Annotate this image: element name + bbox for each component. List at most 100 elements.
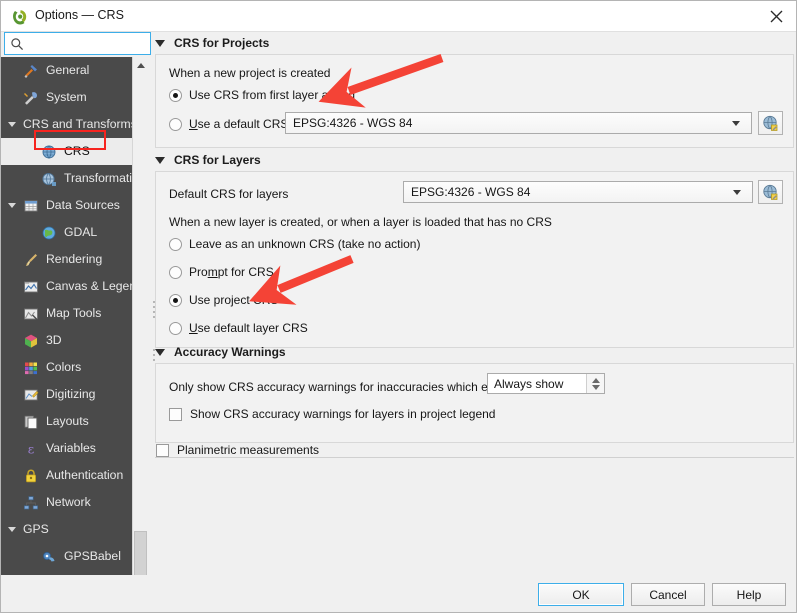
sidebar-item-crs-and-transforms[interactable]: CRS and Transforms xyxy=(1,111,132,138)
expand-triangle-icon[interactable] xyxy=(8,527,16,532)
sidebar-item-label: CRS xyxy=(64,144,90,159)
select-layer-crs-button[interactable] xyxy=(758,180,783,204)
sidebar-item-data-sources[interactable]: Data Sources xyxy=(1,192,132,219)
stepper-up-icon[interactable] xyxy=(591,377,600,383)
chevron-down-icon xyxy=(732,120,740,126)
help-button[interactable]: Help xyxy=(712,583,786,606)
sidebar-item-network[interactable]: Network xyxy=(1,489,132,516)
checkbox-label: Show CRS accuracy warnings for layers in… xyxy=(190,407,496,421)
radio-use-crs-from-first-layer[interactable]: Use CRS from first layer added xyxy=(169,88,355,102)
sidebar-item-label: Canvas & Legend xyxy=(46,279,132,294)
group-title: CRS for Projects xyxy=(174,36,270,50)
sidebar-item-label: Network xyxy=(46,495,91,510)
checkbox-indicator xyxy=(156,443,169,457)
select-project-crs-button[interactable] xyxy=(758,111,783,135)
sidebar-item-map-tools[interactable]: Map Tools xyxy=(1,300,132,327)
radio-use-a-default-crs[interactable]: Use a default CRS xyxy=(169,117,288,131)
paintbrush-icon xyxy=(23,252,39,268)
checkbox-planimetric-measurements[interactable]: Planimetric measurements xyxy=(156,443,319,457)
spinbox-value: Always show xyxy=(494,376,564,391)
network-icon xyxy=(23,495,39,511)
radio-label: Use CRS from first layer added xyxy=(189,88,356,102)
sidebar-item-label: Transformations xyxy=(64,171,132,186)
sidebar-item-transformations[interactable]: Transformations xyxy=(1,165,132,192)
color-palette-icon xyxy=(23,360,39,376)
sidebar-item-layouts[interactable]: Layouts xyxy=(1,408,132,435)
sidebar-item-authentication[interactable]: Authentication xyxy=(1,462,132,489)
radio-prompt-for-crs[interactable]: Prompt for CRS xyxy=(169,265,274,279)
scroll-up-arrow-icon[interactable] xyxy=(133,57,149,73)
search-input[interactable] xyxy=(27,35,151,55)
sidebar-item-digitizing[interactable]: Digitizing xyxy=(1,381,132,408)
accuracy-threshold-label: Only show CRS accuracy warnings for inac… xyxy=(169,380,520,394)
sidebar-scrollbar[interactable] xyxy=(132,57,149,612)
sidebar-item-colors[interactable]: Colors xyxy=(1,354,132,381)
sidebar-item-system[interactable]: System xyxy=(1,84,132,111)
spinbox-steppers[interactable] xyxy=(586,374,604,393)
sidebar-item-label: Layouts xyxy=(46,414,89,429)
sidebar-item-gpsbabel[interactable]: GPSBabel xyxy=(1,543,132,570)
sidebar-item-label: CRS and Transforms xyxy=(23,117,132,132)
system-tools-icon xyxy=(23,90,39,106)
radio-leave-unknown-crs[interactable]: Leave as an unknown CRS (take no action) xyxy=(169,237,420,251)
radio-label: Use project CRS xyxy=(189,293,279,307)
window-title: Options — CRS xyxy=(35,8,124,22)
gpsbabel-icon xyxy=(41,549,57,565)
section-divider xyxy=(155,457,794,458)
layout-page-icon xyxy=(23,414,39,430)
ok-button[interactable]: OK xyxy=(538,583,624,606)
group-title: Accuracy Warnings xyxy=(174,345,286,359)
group-header-crs-for-projects[interactable]: CRS for Projects xyxy=(155,36,269,50)
accuracy-threshold-spinbox[interactable]: Always show xyxy=(487,373,605,394)
globe-blue-icon xyxy=(41,144,57,160)
checkbox-indicator xyxy=(169,407,182,421)
group-header-crs-for-layers[interactable]: CRS for Layers xyxy=(155,153,261,167)
collapse-triangle-icon xyxy=(155,348,165,356)
cube-3d-icon xyxy=(23,333,39,349)
collapse-triangle-icon xyxy=(155,156,165,164)
splitter-handle-upper[interactable] xyxy=(153,301,156,318)
sidebar-item-crs[interactable]: CRS xyxy=(1,138,132,165)
map-tools-icon xyxy=(23,306,39,322)
radio-indicator xyxy=(169,117,182,131)
group-header-accuracy-warnings[interactable]: Accuracy Warnings xyxy=(155,345,286,359)
sidebar-item-gps[interactable]: GPS xyxy=(1,516,132,543)
radio-indicator xyxy=(169,321,182,335)
radio-use-project-crs[interactable]: Use project CRS xyxy=(169,293,278,307)
radio-label: Prompt for CRS xyxy=(189,265,274,279)
sidebar-item-3d[interactable]: 3D xyxy=(1,327,132,354)
options-sidebar[interactable]: General System CRS and Transforms CRS Transf… xyxy=(1,57,132,612)
sidebar-item-variables[interactable]: ε Variables xyxy=(1,435,132,462)
checkbox-show-accuracy-warnings-in-legend[interactable]: Show CRS accuracy warnings for layers in… xyxy=(169,407,495,421)
expand-triangle-icon[interactable] xyxy=(8,203,16,208)
project-default-crs-combo[interactable]: EPSG:4326 - WGS 84 xyxy=(285,112,752,134)
group-title: CRS for Layers xyxy=(174,153,261,167)
padlock-icon xyxy=(23,468,39,484)
sidebar-item-label: GPS xyxy=(23,522,49,537)
search-icon xyxy=(10,37,24,51)
radio-label: Leave as an unknown CRS (take no action) xyxy=(189,237,421,251)
options-dialog: Options — CRS General System CRS and Trans… xyxy=(0,0,797,613)
stepper-down-icon[interactable] xyxy=(591,384,600,390)
expand-triangle-icon[interactable] xyxy=(8,122,16,127)
group-box-accuracy-warnings xyxy=(155,363,794,443)
search-box[interactable] xyxy=(4,32,151,55)
radio-indicator xyxy=(169,237,182,251)
hammer-wrench-icon xyxy=(23,63,39,79)
sidebar-item-label: Map Tools xyxy=(46,306,102,321)
splitter-handle-lower[interactable] xyxy=(153,349,156,361)
sidebar-item-label: Rendering xyxy=(46,252,103,267)
sidebar-item-rendering[interactable]: Rendering xyxy=(1,246,132,273)
cancel-button[interactable]: Cancel xyxy=(631,583,705,606)
layer-default-crs-combo[interactable]: EPSG:4326 - WGS 84 xyxy=(403,181,753,203)
checkbox-label: Planimetric measurements xyxy=(177,443,320,457)
sidebar-item-general[interactable]: General xyxy=(1,57,132,84)
radio-label: Use default layer CRS xyxy=(189,321,308,335)
radio-use-default-layer-crs[interactable]: Use default layer CRS xyxy=(169,321,308,335)
epsilon-icon: ε xyxy=(23,441,39,457)
sidebar-item-gdal[interactable]: GDAL xyxy=(1,219,132,246)
close-icon[interactable] xyxy=(754,1,796,31)
sidebar-item-label: Variables xyxy=(46,441,96,456)
sidebar-item-canvas-legend[interactable]: Canvas & Legend xyxy=(1,273,132,300)
dialog-footer: OK Cancel Help xyxy=(1,575,796,612)
